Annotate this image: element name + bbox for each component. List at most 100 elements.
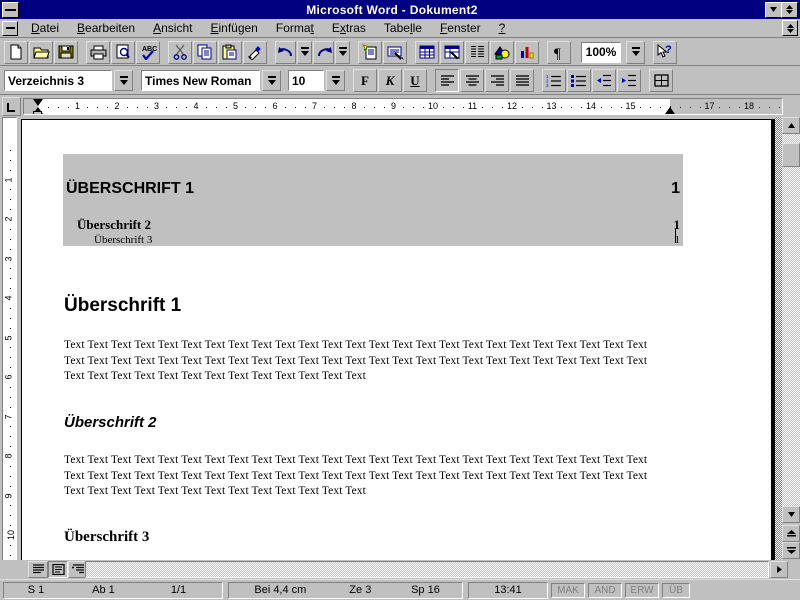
toc-entry-level-3[interactable]: Überschrift 3 1 [94, 234, 680, 246]
first-line-indent-marker[interactable] [33, 99, 43, 106]
ruler-tick-label: 18 [743, 101, 755, 111]
document-restore-icon[interactable] [782, 20, 798, 36]
status-indicator-ueb[interactable]: ÜB [662, 582, 690, 598]
document-canvas[interactable]: ÜBERSCHRIFT 1 1 Überschrift 2 1 Überschr… [18, 117, 782, 560]
ruler-right-margin [670, 99, 782, 114]
menu-extras[interactable]: Extras [323, 20, 375, 37]
menu-hilfe[interactable]: ? [490, 20, 515, 37]
insert-table-icon[interactable] [415, 40, 439, 64]
menu-ansicht[interactable]: Ansicht [144, 20, 201, 37]
ruler-minor-tick [67, 107, 69, 108]
status-indicator-erw[interactable]: ERW [625, 582, 659, 598]
right-indent-marker[interactable] [665, 107, 675, 114]
vertical-ruler[interactable]: 1 2 3 4 5 6 7 8 9 10 [2, 117, 17, 560]
zoom-dropdown-icon[interactable] [626, 40, 645, 64]
horizontal-scroll-track[interactable] [85, 561, 769, 578]
document-page[interactable]: ÜBERSCHRIFT 1 1 Überschrift 2 1 Überschr… [21, 119, 771, 560]
scroll-right-icon[interactable] [770, 561, 788, 578]
next-page-icon[interactable] [782, 542, 800, 559]
print-icon[interactable] [86, 40, 110, 64]
align-right-icon[interactable] [485, 69, 509, 92]
status-indicator-and[interactable]: AND [588, 582, 622, 598]
vruler-minor-tick [10, 307, 11, 309]
fontsize-dropdown-chevron-down-icon[interactable] [326, 70, 345, 91]
scroll-down-icon[interactable] [782, 506, 800, 523]
spellcheck-abc-icon[interactable]: ABC [136, 40, 160, 64]
style-combo[interactable]: Verzeichnis 3 [4, 70, 133, 91]
align-justify-icon[interactable] [510, 69, 534, 92]
chart-icon[interactable] [515, 40, 539, 64]
menu-tabelle[interactable]: Tabelle [375, 20, 431, 37]
tab-left-icon[interactable] [2, 97, 21, 116]
font-dropdown-chevron-down-icon[interactable] [262, 70, 281, 91]
columns-icon[interactable] [465, 40, 489, 64]
fontsize-combo[interactable]: 10 [288, 70, 345, 91]
document-system-menu-icon[interactable] [2, 20, 18, 36]
help-arrow-icon[interactable]: ? [653, 40, 677, 64]
zoom-combo[interactable]: 100% [581, 41, 621, 63]
minimize-icon[interactable] [765, 1, 782, 18]
toc-entry-level-1[interactable]: ÜBERSCHRIFT 1 1 [66, 180, 680, 198]
insert-excel-table-icon[interactable] [440, 40, 464, 64]
scroll-up-icon[interactable] [782, 117, 800, 134]
menu-datei[interactable]: Datei [22, 20, 68, 37]
heading-3[interactable]: Überschrift 3 [64, 529, 149, 546]
menu-bearbeiten[interactable]: Bearbeiten [68, 20, 144, 37]
page-layout-view-icon[interactable] [48, 561, 68, 578]
copy-icon[interactable] [193, 40, 217, 64]
ruler-minor-tick [304, 107, 306, 108]
undo-icon[interactable] [275, 40, 296, 64]
align-left-icon[interactable] [435, 69, 459, 92]
body-paragraph-2[interactable]: Text Text Text Text Text Text Text Text … [64, 453, 656, 500]
menu-fenster[interactable]: Fenster [431, 20, 490, 37]
font-combo[interactable]: Times New Roman [141, 70, 281, 91]
bold-button[interactable]: F [353, 69, 377, 92]
menu-einfuegen[interactable]: Einfügen [201, 20, 266, 37]
vertical-scroll-track[interactable] [782, 134, 800, 506]
style-value[interactable]: Verzeichnis 3 [4, 70, 112, 91]
new-document-icon[interactable] [4, 40, 28, 64]
borders-icon[interactable] [649, 69, 673, 92]
decrease-indent-icon[interactable] [592, 69, 616, 92]
previous-page-icon[interactable] [782, 525, 800, 542]
autotext-icon[interactable] [358, 40, 382, 64]
cut-scissors-icon[interactable] [168, 40, 192, 64]
horizontal-ruler[interactable]: 1 2 3 4 5 6 7 8 9 10 11 12 13 14 15 17 18 [23, 98, 783, 115]
show-paragraph-marks-icon[interactable]: ¶ [547, 40, 571, 64]
format-painter-brush-icon[interactable] [243, 40, 267, 64]
drawing-icon[interactable] [490, 40, 514, 64]
zoom-value[interactable]: 100% [581, 41, 621, 63]
body-paragraph-1[interactable]: Text Text Text Text Text Text Text Text … [64, 338, 656, 385]
heading-2[interactable]: Überschrift 2 [64, 414, 157, 431]
numbered-list-icon[interactable]: 1 2 3 [542, 69, 566, 92]
left-margin-handle[interactable] [33, 111, 42, 114]
redo-icon[interactable] [313, 40, 334, 64]
undo-dropdown-icon[interactable] [297, 40, 312, 64]
fontsize-value[interactable]: 10 [288, 70, 324, 91]
toc-entry-level-2[interactable]: Überschrift 2 1 [77, 217, 680, 233]
menu-format[interactable]: Format [267, 20, 323, 37]
normal-view-icon[interactable] [28, 561, 48, 578]
ruler-minor-tick [363, 107, 365, 108]
vertical-scrollbar[interactable] [782, 117, 800, 560]
font-value[interactable]: Times New Roman [141, 70, 260, 91]
system-menu-icon[interactable] [2, 1, 19, 18]
maximize-icon[interactable] [781, 1, 798, 18]
style-dropdown-chevron-down-icon[interactable] [114, 70, 133, 91]
underline-button[interactable]: U [403, 69, 427, 92]
paste-clipboard-icon[interactable] [218, 40, 242, 64]
save-disk-icon[interactable] [54, 40, 78, 64]
redo-dropdown-icon[interactable] [335, 40, 350, 64]
bulleted-list-icon[interactable] [567, 69, 591, 92]
status-indicator-mak[interactable]: MAK [551, 582, 585, 598]
autoformat-icon[interactable] [383, 40, 407, 64]
open-folder-icon[interactable] [29, 40, 53, 64]
align-center-icon[interactable] [460, 69, 484, 92]
ruler-minor-tick [324, 107, 326, 108]
increase-indent-icon[interactable] [617, 69, 641, 92]
table-of-contents-selection[interactable]: ÜBERSCHRIFT 1 1 Überschrift 2 1 Überschr… [63, 154, 683, 246]
print-preview-icon[interactable] [111, 40, 135, 64]
italic-button[interactable]: K [378, 69, 402, 92]
vertical-scroll-thumb[interactable] [782, 143, 800, 167]
heading-1[interactable]: Überschrift 1 [64, 295, 181, 317]
